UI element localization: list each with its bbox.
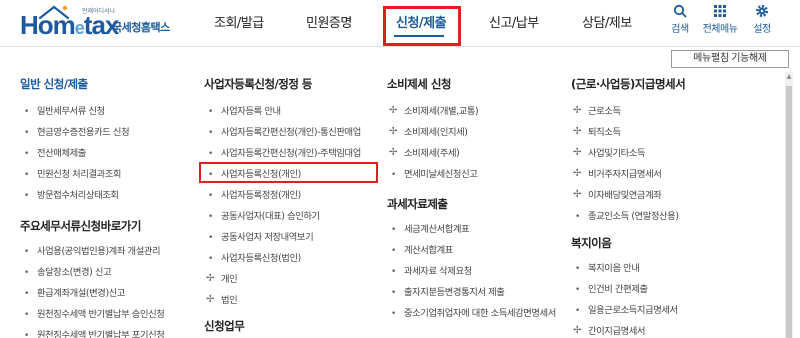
expand-plus-icon: ✢ [573,189,581,200]
menu-item-expandable[interactable]: ✢ 소비제세(주세) [387,147,478,169]
nav-inquiry-issue[interactable]: 조회/발급 [214,12,264,31]
menu-column-tax-data: • 세금계산서합계표 • 계산서합계표 • 과세자료 삭제요청 • 출자지분등변경통지서… [387,210,567,338]
header: 언제어디서나 Hometax 국세청홈택스 조회/발급 민원증명 신청/제출 신… [0,0,800,46]
section-title-application: 신청업무 [204,319,245,333]
menu-item[interactable]: • 사업용(공익법인용)계좌 개설관리 [20,246,164,267]
menu-list: • 일반세무서류 신청 • 현금영수증전용카드 신청 • 전산매체제출 • 민원신청 처… [20,106,130,211]
nav-report-payment[interactable]: 신고/납부 [489,12,539,31]
menu-item[interactable]: • 공동사업자(대표) 승인하기 [204,211,361,232]
settings-button[interactable]: 설정 [737,4,787,35]
nav-consult-report[interactable]: 상담/제보 [582,12,632,31]
menu-item-expandable[interactable]: ✢ 법인 [204,294,361,316]
menu-item[interactable]: • 과세자료 삭제요청 [387,266,567,287]
menu-item-expandable[interactable]: ✢ 개인 [204,273,361,295]
expand-plus-icon: ✢ [389,105,397,116]
column-title: 사업자등록신청/정정 등 [204,77,313,91]
menu-item[interactable]: • 현금영수증전용카드 신청 [20,127,130,148]
menu-item[interactable]: • 환급계좌개설(변경)신고 [20,288,164,309]
gear-icon [756,5,768,17]
header-divider [0,46,800,47]
column-title: 소비제세 신청 [387,77,451,91]
expand-plus-icon: ✢ [573,126,581,137]
menu-expand-release-button[interactable]: 메뉴펼침 기능해제 [671,50,789,68]
menu-item[interactable]: • 복지이음 안내 [571,263,678,284]
menu-list: ✢ 근로소득 ✢ 퇴직소득 ✢ 사업및기타소득 ✢ 비거주자지급명세서 ✢ 이자배당및연금… [571,105,685,232]
menu-item-expandable[interactable]: ✢ 비거주자지급명세서 [571,168,685,190]
grid-icon [714,5,726,17]
menu-item[interactable]: • 송달장소(변경) 신고 [20,267,164,288]
menu-item[interactable]: • 종교인소득 (연말정산용) [571,211,685,232]
expand-plus-icon: ✢ [573,105,581,116]
column-title: 일반 신청/제출 [20,77,88,91]
expand-plus-icon: ✢ [573,147,581,158]
menu-item-expandable[interactable]: ✢ 이자배당및연금계좌 [571,189,685,211]
menu-column-business-registration: 사업자등록신청/정정 등 • 사업자등록 안내 • 사업자등록간편신청(개인)-통신… [204,76,361,316]
menu-list: • 세금계산서합계표 • 계산서합계표 • 과세자료 삭제요청 • 출자지분등변경통지서… [387,224,567,338]
menu-item[interactable]: • 출자지분등변경통지서 제출 [387,287,567,308]
menu-item[interactable]: • 사업자등록 안내 [204,106,361,127]
menu-item[interactable]: • 계산서합계표 [387,245,567,266]
menu-item[interactable]: • 사업자등록간편신청(개인)-통신판매업 [204,127,361,148]
menu-column-payment-statement: (근로·사업등)지급명세서 ✢ 근로소득 ✢ 퇴직소득 ✢ 사업및기타소득 ✢ 비거주자… [571,76,686,232]
expand-plus-icon: ✢ [206,294,214,305]
menu-item[interactable]: • 중소기업취업자에 대한 소득세감면명세서 [387,308,567,338]
scroll-up-arrow-icon[interactable]: ▲ [785,72,793,82]
settings-label: 설정 [753,24,771,35]
menu-item-expandable[interactable]: ✢ 소비제세(개별,교통) [387,105,479,127]
expand-plus-icon: ✢ [389,126,397,137]
menu-list: • 복지이음 안내 • 인건비 간편제출 • 일용근로소득지급명세서 ✢ 간이지급명세서 [571,263,678,338]
menu-list: ✢ 소비제세(개별,교통) ✢ 소비제세(인지세) ✢ 소비제세(주세) • 면세미날세… [387,105,479,190]
menu-list: • 사업용(공익법인용)계좌 개설관리 • 송달장소(변경) 신고 • 환급계좌개설(… [20,246,165,338]
menu-item[interactable]: • 민원신청 처리결과조회 [20,169,129,190]
menu-list: • 사업자등록 안내 • 사업자등록간편신청(개인)-통신판매업 • 사업자등록간편신… [204,106,361,316]
expand-plus-icon: ✢ [389,147,397,158]
menu-item[interactable]: • 인건비 간편제출 [571,284,678,305]
highlight-box-nav [383,6,461,46]
expand-plus-icon: ✢ [206,273,214,284]
menu-item[interactable]: • 일용근로소득지급명세서 [571,305,678,326]
menu-item[interactable]: • 원천징수세액 반기별납부 승인신청 [20,309,165,330]
menu-item[interactable]: • 세금계산서합계표 [387,224,567,245]
menu-column-shortcuts: • 사업용(공익법인용)계좌 개설관리 • 송달장소(변경) 신고 • 환급계좌개설(… [20,232,165,338]
column-title: (근로·사업등)지급명세서 [571,77,686,91]
menu-column-welfare: • 복지이음 안내 • 인건비 간편제출 • 일용근로소득지급명세서 ✢ 간이지급명세서 [571,249,678,338]
menu-item-expandable[interactable]: ✢ 퇴직소득 [571,126,685,148]
nav-civil-certificate[interactable]: 민원증명 [306,12,352,31]
search-icon [673,4,687,18]
menu-item[interactable]: • 방문접수처리상태조회 [20,190,129,211]
scrollbar-thumb[interactable] [786,86,792,338]
menu-item-expandable[interactable]: ✢ 소비제세(인지세) [387,126,478,148]
menu-column-general: 일반 신청/제출 • 일반세무서류 신청 • 현금영수증전용카드 신청 • 전산매체제… [20,76,130,211]
menu-item[interactable]: • 원천징수세액 반기별납부 포기신청 [20,330,165,338]
expand-plus-icon: ✢ [573,168,581,179]
menu-item-expandable[interactable]: ✢ 사업및기타소득 [571,147,685,169]
highlight-box-item [199,162,378,183]
menu-item[interactable]: • 사업자등록정정(개인) [204,190,361,211]
menu-item[interactable]: • 사업자등록신청(법인) [204,253,361,274]
menu-item-expandable[interactable]: ✢ 근로소득 [571,105,685,127]
menu-item[interactable]: • 전산매체제출 [20,148,129,169]
menu-item[interactable]: • 일반세무서류 신청 [20,106,129,127]
expand-plus-icon: ✢ [573,325,581,336]
menu-item-expandable[interactable]: ✢ 간이지급명세서 [571,325,678,338]
menu-item[interactable]: • 공동사업자 저장내역보기 [204,232,361,253]
menu-item[interactable]: • 면세미날세신청신고 [387,169,478,190]
menu-column-consumption-tax: 소비제세 신청 ✢ 소비제세(개별,교통) ✢ 소비제세(인지세) ✢ 소비제세(주세… [387,76,479,190]
